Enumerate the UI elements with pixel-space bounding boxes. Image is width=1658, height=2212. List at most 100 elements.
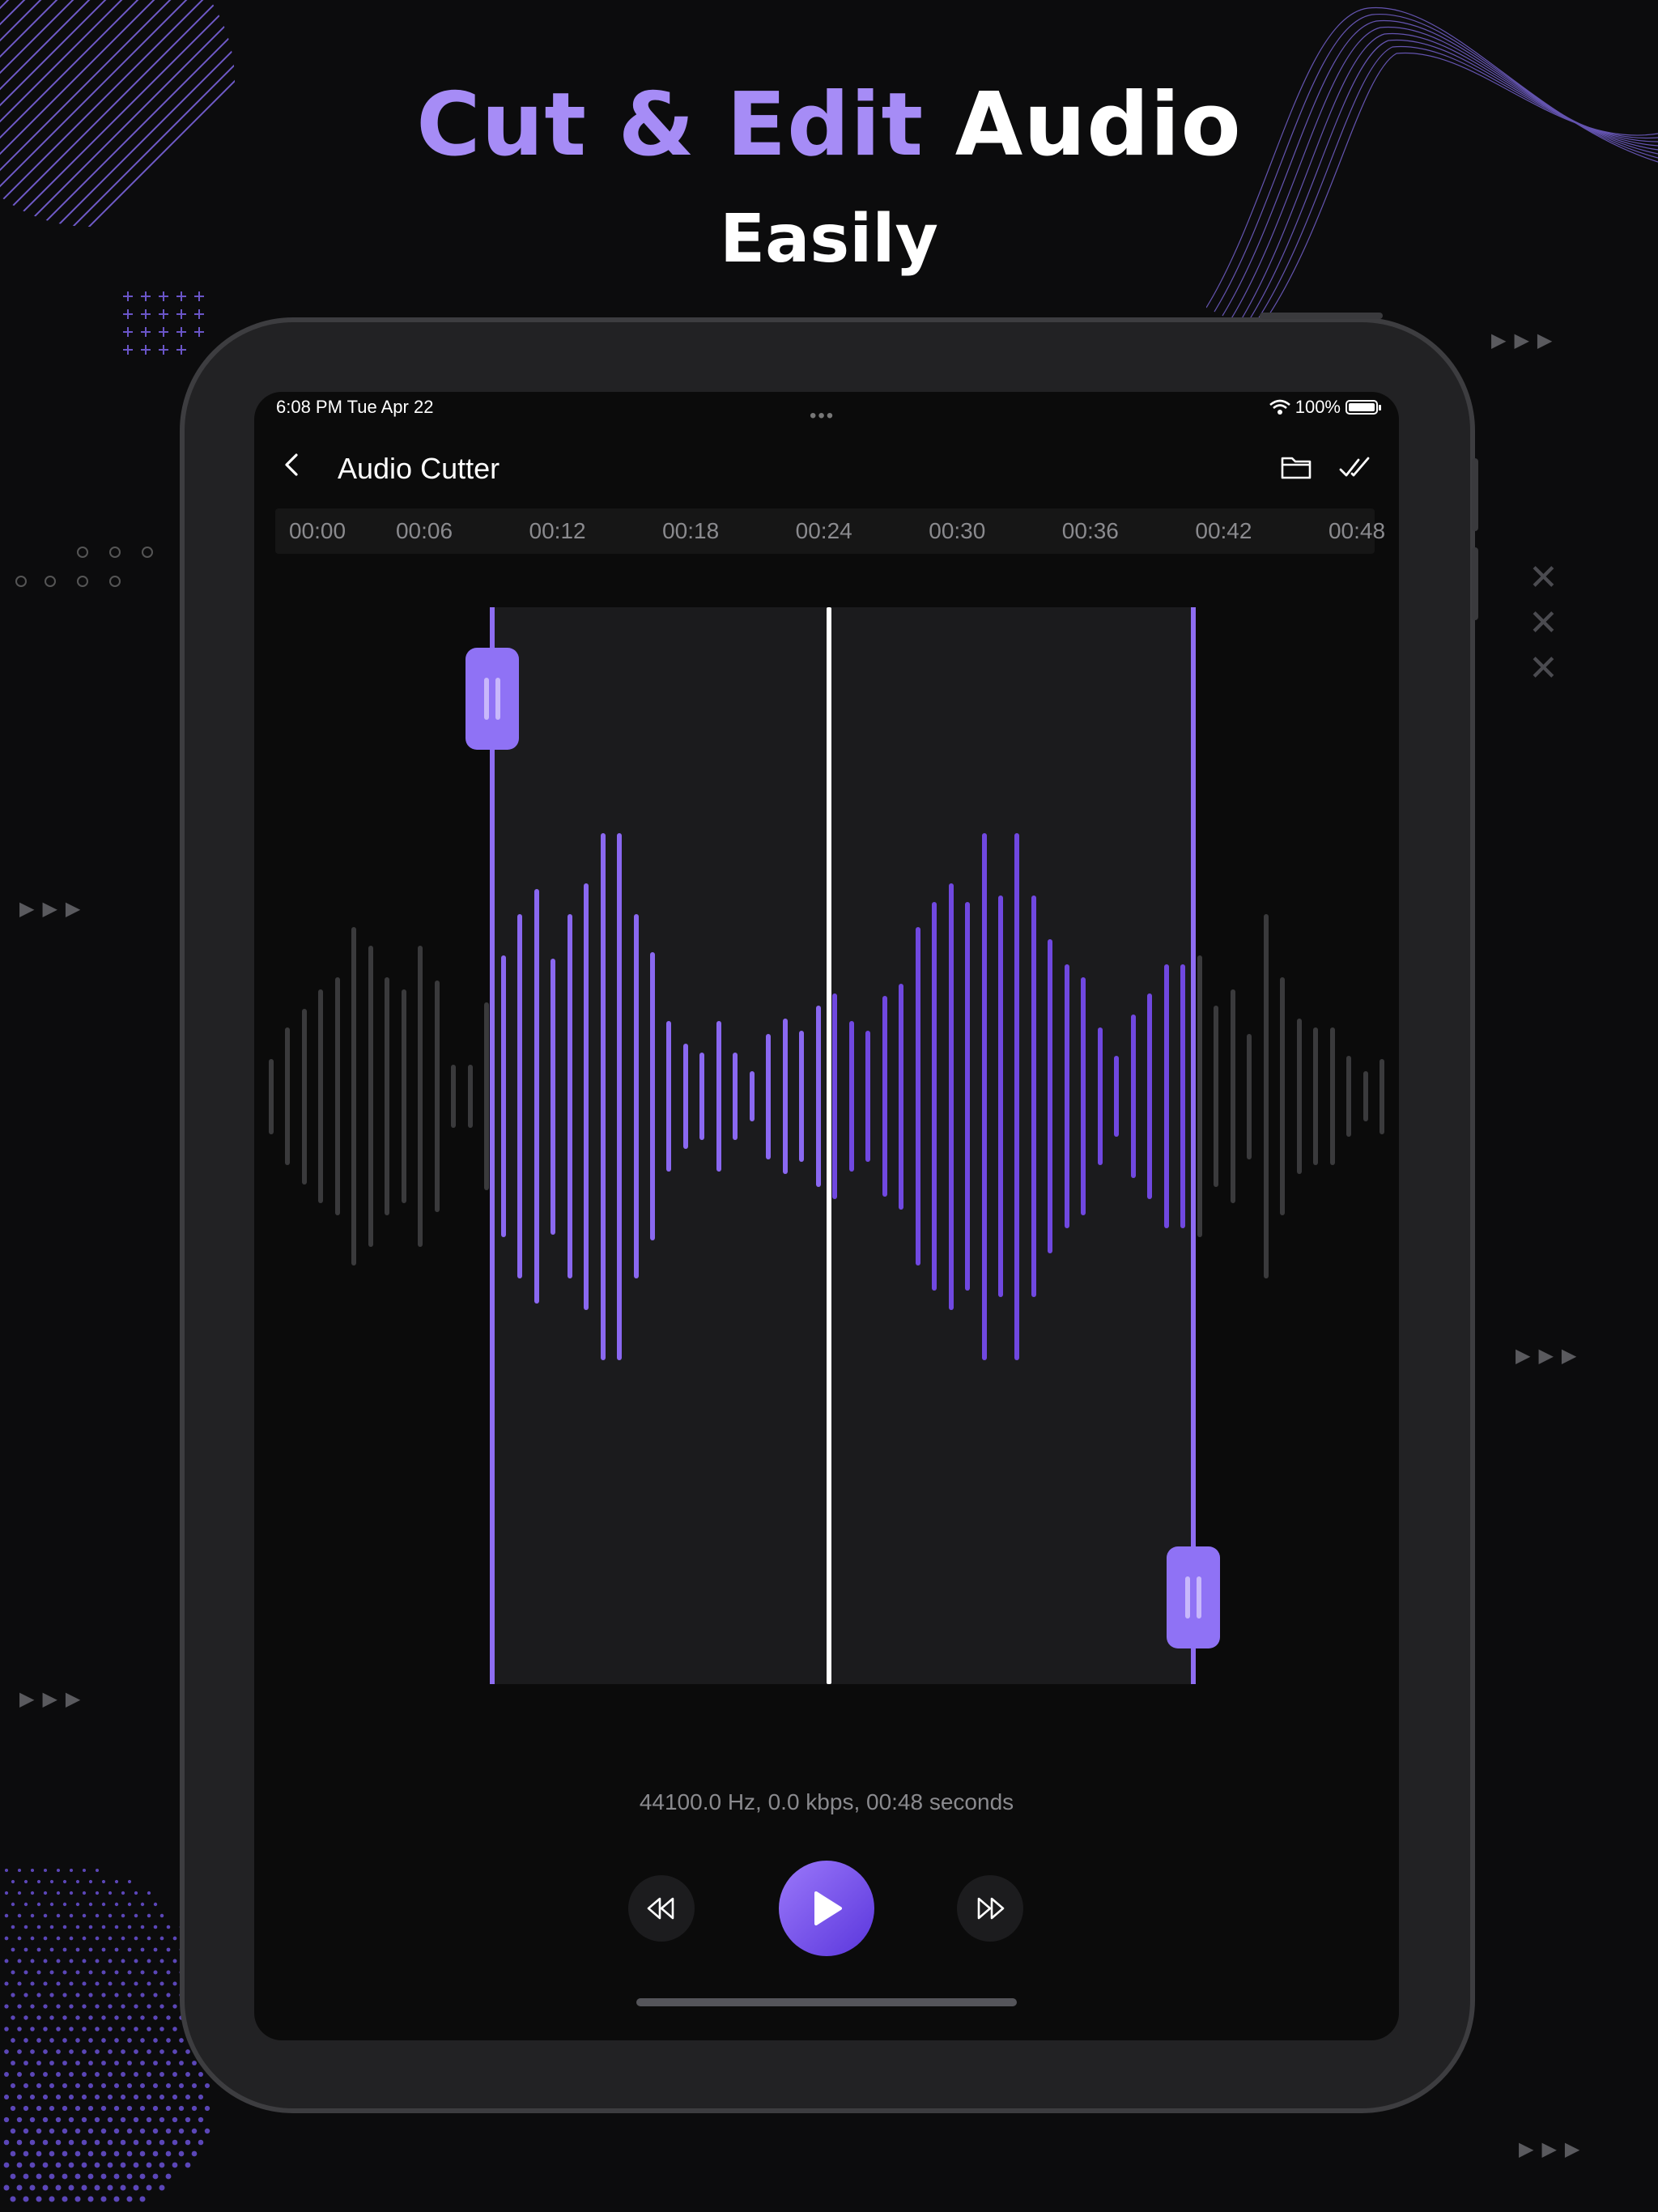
decoration-dot [191, 2128, 198, 2134]
decoration-dot [17, 2027, 22, 2031]
decoration-dot [101, 1879, 106, 1884]
waveform-bar [1247, 1033, 1252, 1159]
decoration-dot [165, 2128, 172, 2134]
decoration-dot [69, 1913, 74, 1918]
waveform-bar [551, 958, 556, 1235]
decoration-dot [114, 1947, 119, 1952]
decoration-dot [101, 1925, 106, 1929]
waveform-bar [385, 976, 390, 1216]
headline-accent: Cut & Edit [416, 74, 925, 176]
decoration-dot [95, 2049, 100, 2054]
decoration-dot [133, 2139, 139, 2146]
decoration-dot [36, 2105, 42, 2112]
decoration-dot [108, 2072, 113, 2077]
decoration-dot [75, 2015, 80, 2020]
decoration-dot [166, 2015, 171, 2020]
waveform-bar [1114, 1056, 1120, 1137]
multitask-dots[interactable]: ••• [810, 405, 835, 428]
end-trim-handle[interactable] [1167, 1546, 1220, 1648]
waveform-bar [1180, 964, 1186, 1228]
rewind-button[interactable] [628, 1875, 695, 1942]
waveform-area[interactable] [254, 570, 1399, 1684]
waveform-bar [351, 926, 357, 1266]
decoration-dot [23, 2061, 28, 2065]
decoration-dot [191, 2082, 198, 2089]
decoration-dot [95, 1981, 100, 1986]
status-time: 6:08 PM Tue Apr 22 [276, 397, 434, 417]
timeline-ruler[interactable]: 00:00 00:06 00:12 00:18 00:24 00:30 00:36 00:42… [275, 508, 1385, 554]
rewind-icon [647, 1897, 674, 1920]
decoration-dot [172, 2094, 178, 2100]
decoration-dot [69, 1959, 74, 1963]
waveform-bar [285, 1027, 291, 1166]
decoration-dot [36, 2082, 42, 2089]
decoration-dot [88, 1947, 93, 1952]
decoration-dot [75, 2038, 80, 2043]
waveform-bar [682, 1043, 688, 1150]
start-trim-handle[interactable] [466, 648, 519, 750]
decoration-dot [152, 2150, 159, 2157]
decoration-dot [139, 2082, 146, 2089]
back-chevron-icon[interactable] [277, 449, 309, 481]
double-check-icon[interactable] [1337, 449, 1375, 486]
decoration-dot [81, 2116, 87, 2123]
decoration-dot [152, 2082, 159, 2089]
decoration-dot [88, 2015, 93, 2020]
decoration-dot [140, 1993, 145, 1997]
decoration-dot [23, 1925, 28, 1929]
decoration-dot [172, 1936, 177, 1941]
decoration-dot [81, 2184, 87, 2191]
waveform-bar [467, 1065, 473, 1128]
decoration-dot [55, 2139, 62, 2146]
decoration-dot [95, 2072, 100, 2077]
decoration-dot [139, 2128, 146, 2134]
decoration-dot [165, 2150, 172, 2157]
waveform-bar [749, 1071, 755, 1121]
decoration-dot [11, 1879, 15, 1884]
decoration-dot [133, 2116, 139, 2123]
handle-grip [484, 678, 489, 720]
decoration-dot [126, 2150, 133, 2157]
decoration-dot [108, 2049, 113, 2054]
waveform-bar [1048, 939, 1053, 1253]
decoration-dot [82, 1891, 87, 1895]
decoration-dot [11, 2038, 15, 2043]
waveform-bar [882, 996, 887, 1197]
decoration-dot [10, 2128, 16, 2134]
home-indicator[interactable] [636, 1998, 1017, 2006]
decoration-dot [121, 2004, 125, 2009]
decoration-dot [152, 2105, 159, 2112]
decoration-dot [69, 1981, 74, 1986]
decoration-dot [120, 2162, 126, 2168]
waveform-bar [1280, 976, 1286, 1216]
play-button[interactable] [779, 1861, 874, 1956]
decoration-dot [134, 1891, 138, 1895]
decoration-dot [134, 1913, 138, 1918]
decoration-dot [108, 2027, 113, 2031]
decoration-dot [10, 2196, 16, 2202]
decoration-dot [36, 1947, 41, 1952]
decoration-dot [49, 2082, 55, 2089]
folder-icon[interactable] [1278, 449, 1315, 486]
selection-end-line [1191, 607, 1196, 1684]
decoration-dot [82, 2072, 87, 2077]
decoration-dot [159, 2162, 165, 2168]
decoration-dot [179, 2061, 184, 2065]
decoration-dot [3, 2162, 10, 2168]
fast-forward-button[interactable] [957, 1875, 1023, 1942]
decoration-dot [113, 2196, 120, 2202]
decoration-dot [69, 2049, 74, 2054]
decoration-dot [56, 1936, 61, 1941]
decoration-dot [43, 2049, 48, 2054]
decoration-dot [121, 2049, 125, 2054]
decoration-dot [69, 2004, 74, 2009]
decoration-dot [113, 2128, 120, 2134]
decoration-dot [153, 2038, 158, 2043]
decoration-dot [153, 1970, 158, 1975]
decoration-dot [88, 2038, 93, 2043]
battery-percent: 100% [1295, 397, 1341, 417]
decoration-dot [81, 2094, 87, 2100]
decoration-dot [95, 1868, 100, 1873]
decoration-dot [29, 2094, 36, 2100]
decoration-dot [43, 1913, 48, 1918]
